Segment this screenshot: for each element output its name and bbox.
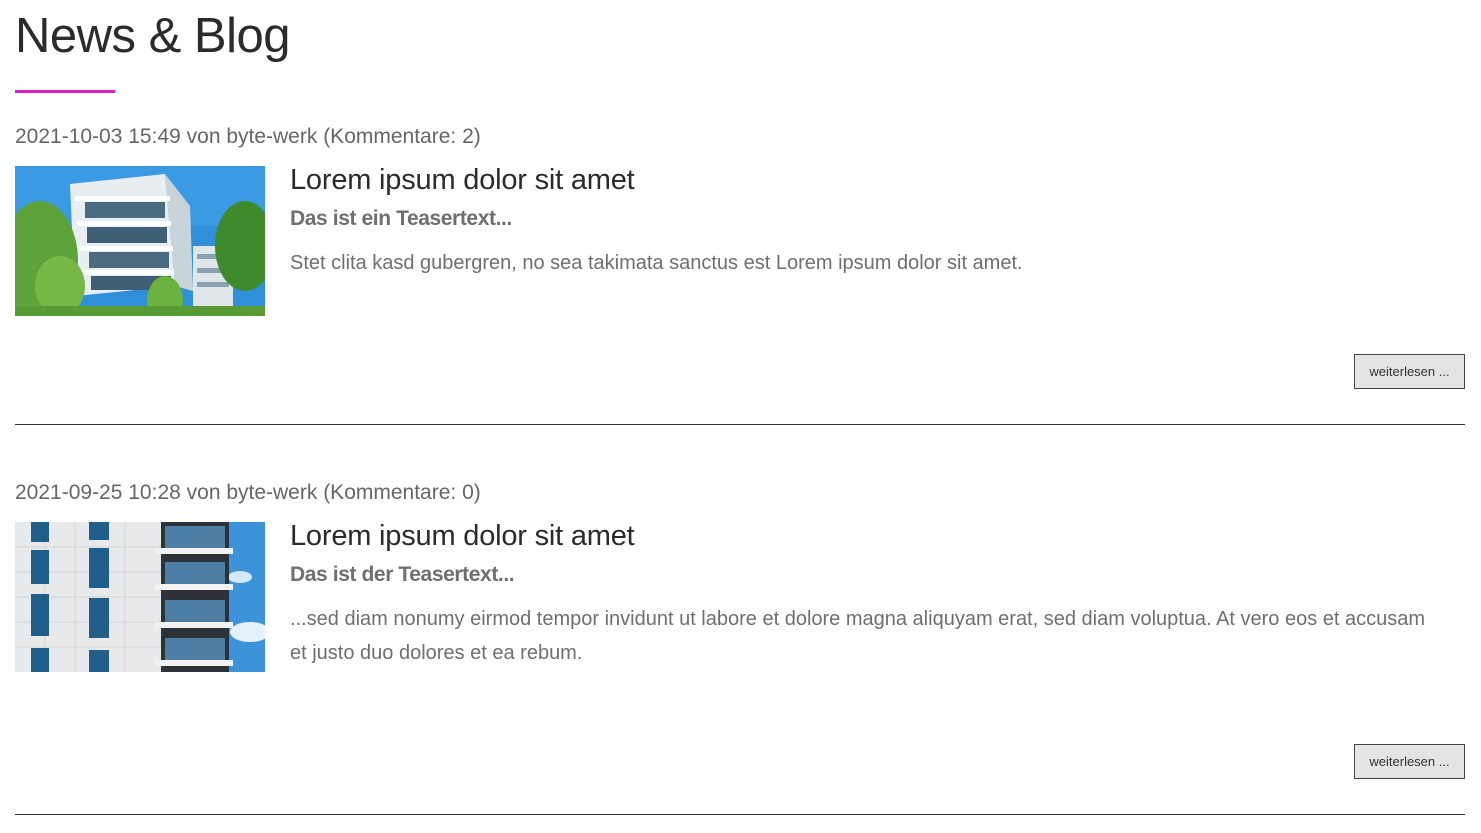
article-headline[interactable]: Lorem ipsum dolor sit amet — [290, 162, 1440, 198]
article-teaser: Das ist ein Teasertext... — [290, 207, 512, 230]
title-underline — [15, 90, 115, 93]
article-body: Stet clita kasd gubergren, no sea takima… — [290, 252, 1023, 274]
article-content: Lorem ipsum dolor sit amet Das ist ein T… — [290, 162, 1440, 280]
article-body: ...sed diam nonumy eirmod tempor invidun… — [290, 608, 1426, 664]
article-thumbnail[interactable] — [15, 522, 265, 672]
article-headline[interactable]: Lorem ipsum dolor sit amet — [290, 518, 1440, 554]
read-more-button[interactable]: weiterlesen ... — [1354, 354, 1465, 389]
article-teaser: Das ist der Teasertext... — [290, 563, 515, 586]
page-title: News & Blog — [15, 9, 291, 63]
article-divider — [15, 814, 1465, 815]
read-more-button[interactable]: weiterlesen ... — [1354, 744, 1465, 779]
building-facade-photo — [15, 522, 265, 672]
article-meta: 2021-09-25 10:28 von byte-werk (Kommenta… — [15, 481, 481, 504]
article-divider — [15, 424, 1465, 425]
article-thumbnail[interactable] — [15, 166, 265, 316]
building-exterior-photo — [15, 166, 265, 316]
article-content: Lorem ipsum dolor sit amet Das ist der T… — [290, 518, 1440, 670]
article-meta: 2021-10-03 15:49 von byte-werk (Kommenta… — [15, 125, 481, 148]
